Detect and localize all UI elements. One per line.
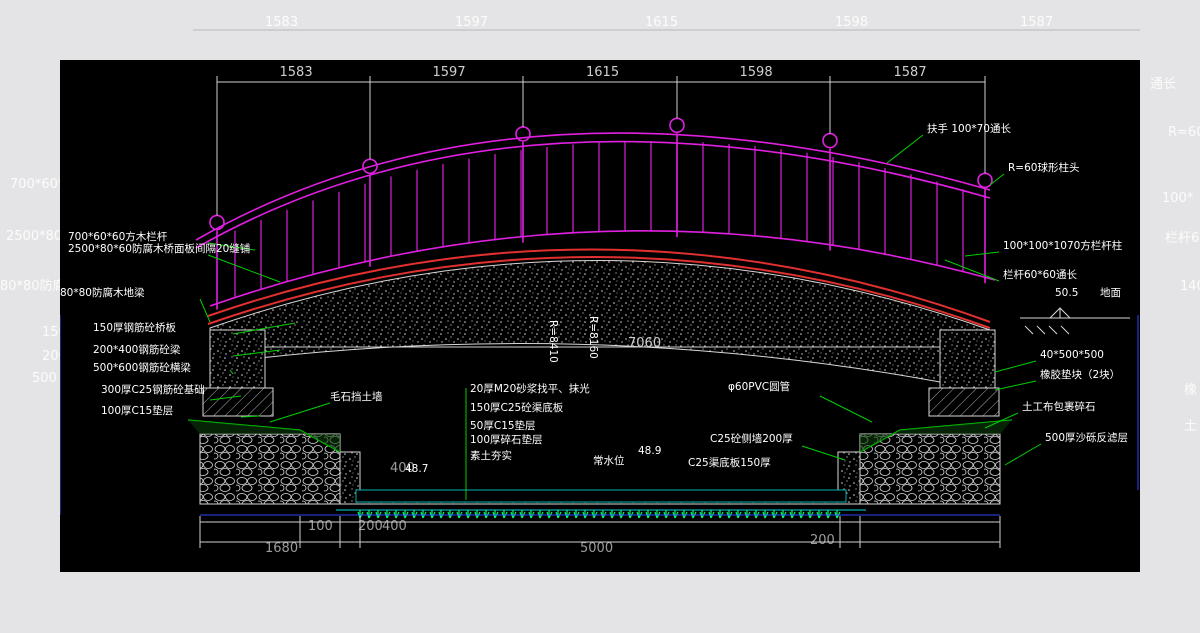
center-callout: 100厚碎石垫层 xyxy=(470,433,543,446)
elevation-left: 48.7 xyxy=(405,463,428,475)
right-callout: 土工布包裹碎石 xyxy=(1022,400,1096,413)
background-callout: R=60 xyxy=(1168,125,1200,140)
background-dimension: 1587 xyxy=(1020,15,1053,30)
background-dimension: 1597 xyxy=(455,15,488,30)
bottom-dimension: 400 xyxy=(382,519,407,534)
right-callout: 栏杆60*60通长 xyxy=(1003,268,1077,281)
background-callout: 80*80防腐 xyxy=(0,278,66,294)
right-callout: 500厚沙砾反滤层 xyxy=(1045,431,1128,444)
center-callout: C25砼侧墙200厚 xyxy=(710,432,793,445)
top-dimension: 1598 xyxy=(740,65,773,80)
center-callout: C25渠底板150厚 xyxy=(688,456,771,469)
background-dimension: 1615 xyxy=(645,15,678,30)
left-callout: 150厚钢筋砼桥板 xyxy=(93,321,177,334)
background-callout: 2500*80 xyxy=(6,229,62,244)
left-callout: 700*60*60方木栏杆 xyxy=(68,230,168,243)
background-callout: 橡 xyxy=(1184,383,1197,398)
center-callout: 150厚C25砼渠底板 xyxy=(470,401,564,414)
radius-label-1: R=8410 xyxy=(547,320,559,363)
background-callout: 500 xyxy=(32,371,57,386)
span-dimension: 7060 xyxy=(628,336,661,351)
background-callout: 1400 xyxy=(1180,279,1200,294)
right-callout: 40*500*500 xyxy=(1040,349,1104,361)
background-dimension: 1583 xyxy=(265,15,298,30)
cad-drawing-canvas: 100 200 5000 200 1680 400 400 1583 1597 1615 1598… xyxy=(59,60,1140,572)
background-callout: 土 xyxy=(1184,419,1197,434)
center-callout: 50厚C15垫层 xyxy=(470,419,536,432)
background-callout: 通长 xyxy=(1150,77,1176,92)
left-callout: 2500*80*60防腐木桥面板间隔20缝铺 xyxy=(68,242,250,255)
bridge-section-drawing: 100 20050002001680400400 1583 1597 1615 1598… xyxy=(59,65,1139,556)
bottom-dimension: 1680 xyxy=(265,541,298,556)
elevation-ground: 50.5 xyxy=(1055,287,1078,299)
top-dimension: 1615 xyxy=(586,65,619,80)
bottom-dimension: 5000 xyxy=(580,541,613,556)
left-callout: 100厚C15垫层 xyxy=(101,404,173,417)
background-dimension: 1598 xyxy=(835,15,868,30)
concrete-arch-slab xyxy=(209,260,992,383)
left-callout: 300厚C25钢筋砼基础 xyxy=(101,383,205,396)
left-callout: 500*600钢筋砼横梁 xyxy=(93,361,191,374)
elevation-water: 48.9 xyxy=(638,445,661,457)
background-callout: 栏杆6 xyxy=(1165,231,1199,246)
bottom-dimension: 200 xyxy=(810,533,835,548)
right-callout: 100*100*1070方栏杆柱 xyxy=(1003,239,1123,252)
background-callout: 700*60* xyxy=(10,177,65,192)
handrail-upper xyxy=(195,132,991,241)
ground-surface-symbol xyxy=(1020,307,1130,335)
bottom-dimension: 100 xyxy=(308,519,333,534)
center-callout: φ60PVC圆管 xyxy=(728,380,790,393)
top-dimension: 1597 xyxy=(433,65,466,80)
radius-label-2: R=8160 xyxy=(587,316,599,359)
background-callout: 100* xyxy=(1162,191,1194,206)
center-callout: 毛石挡土墙 xyxy=(330,390,383,403)
ground-label: 地面 xyxy=(1100,286,1121,299)
center-callout: 20厚M20砂浆找平、抹光 xyxy=(470,382,590,395)
top-dimension: 1583 xyxy=(280,65,313,80)
left-callout: 80*80防腐木地梁 xyxy=(60,286,145,299)
left-callout: 200*400钢筋砼梁 xyxy=(93,343,181,356)
water-level-label: 常水位 xyxy=(593,454,625,467)
bottom-dimension: 200 xyxy=(358,519,383,534)
center-callout: 素土夯实 xyxy=(470,449,512,462)
right-callout: R=60球形柱头 xyxy=(1008,161,1079,174)
top-dimension: 1587 xyxy=(894,65,927,80)
right-callout: 橡胶垫块（2块） xyxy=(1040,368,1120,381)
right-callout: 扶手 100*70通长 xyxy=(927,122,1011,135)
